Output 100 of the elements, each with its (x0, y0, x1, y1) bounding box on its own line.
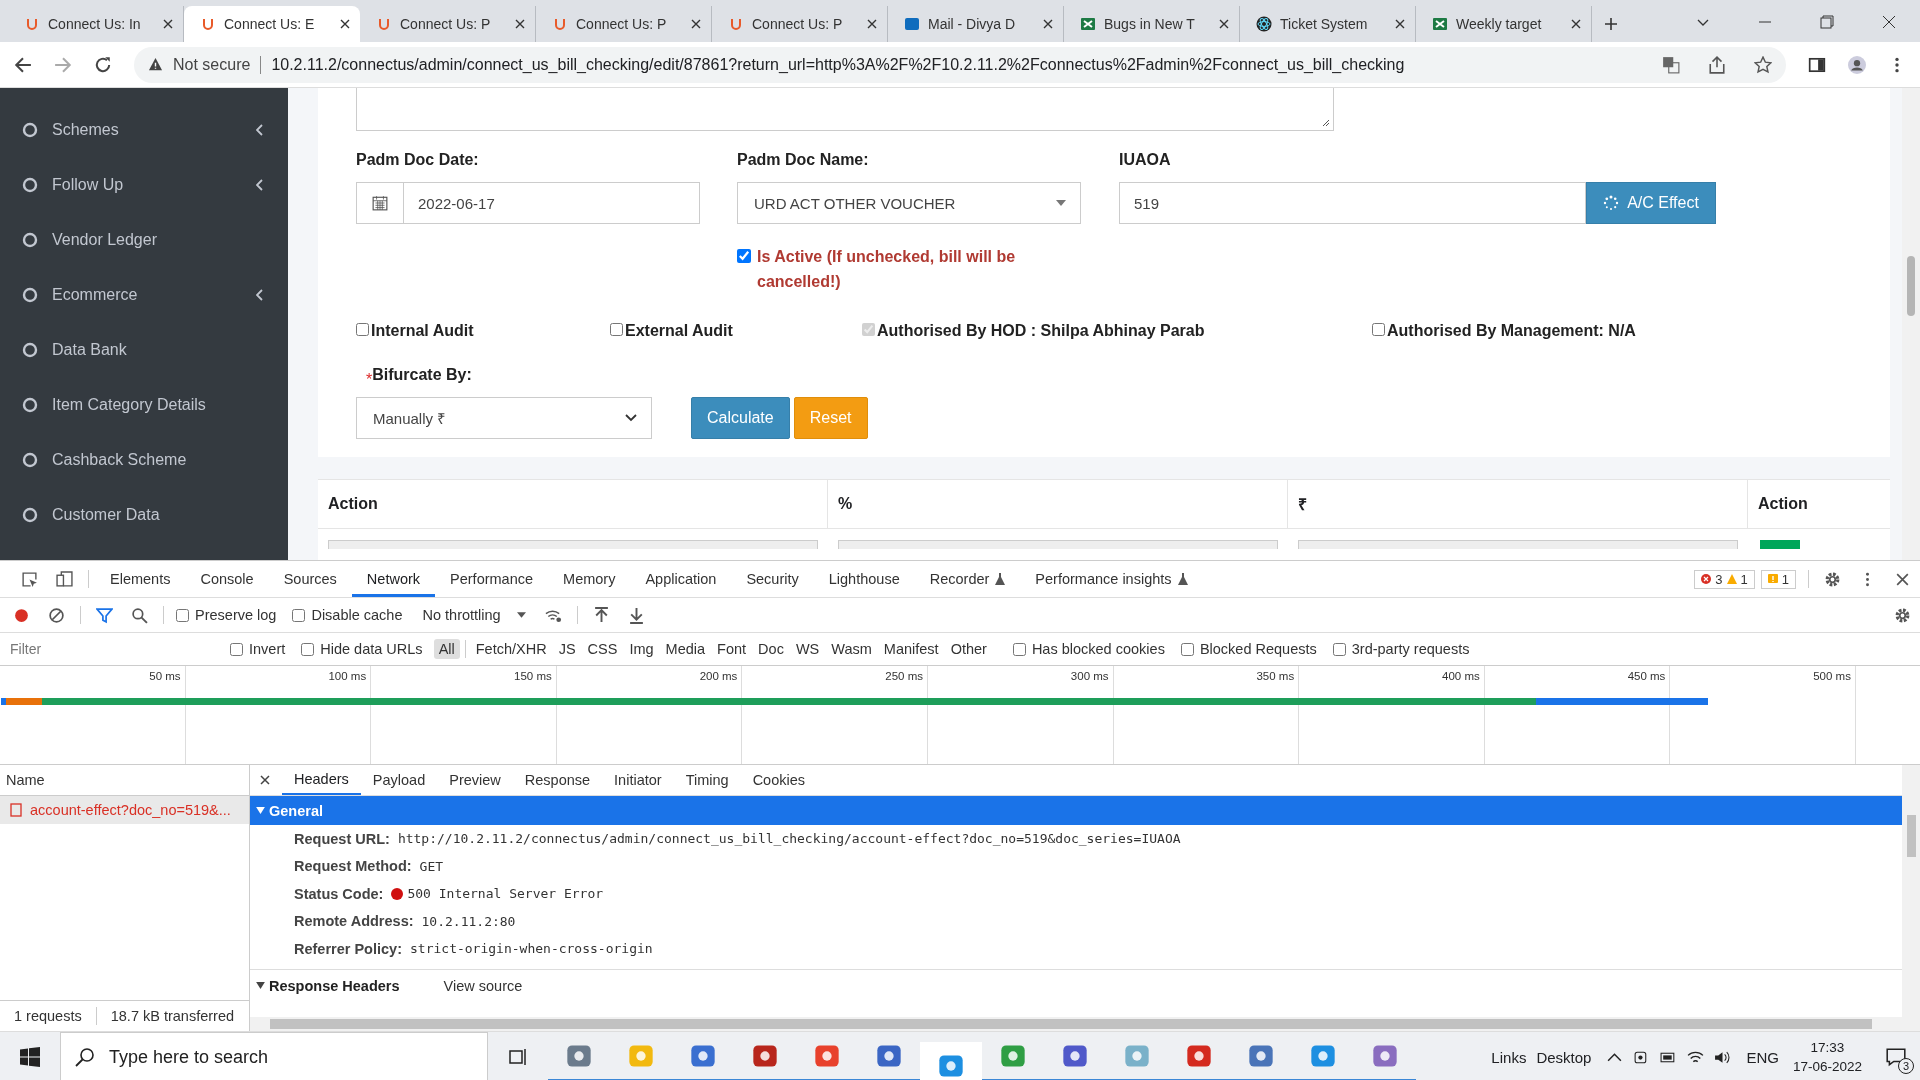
devtools-tab[interactable]: Lighthouse (813, 561, 915, 597)
type-filter-button[interactable]: WS (790, 639, 825, 659)
restore-icon[interactable] (1820, 15, 1834, 29)
checkbox[interactable] (737, 249, 751, 263)
close-icon[interactable] (340, 19, 350, 29)
details-tab[interactable]: Initiator (602, 765, 674, 795)
devtools-tab[interactable]: Performance (435, 561, 549, 597)
details-tab[interactable]: Cookies (740, 765, 818, 795)
devtools-tab[interactable]: Application (630, 561, 732, 597)
details-tab[interactable]: Preview (437, 765, 513, 795)
star-icon[interactable] (1754, 55, 1772, 74)
taskbar-app-icon[interactable] (920, 1042, 982, 1080)
checkbox[interactable] (1372, 323, 1385, 336)
iuaoa-field[interactable]: 519 (1119, 182, 1586, 224)
checkbox[interactable] (230, 642, 243, 656)
search-icon[interactable] (131, 606, 148, 624)
clear-icon[interactable] (48, 606, 65, 624)
request-row[interactable]: account-effect?doc_no=519&... (0, 796, 249, 824)
errors-warnings-badge[interactable]: 3 1 (1694, 569, 1755, 589)
section-header[interactable]: Response Headers (269, 977, 400, 994)
toolbar-link[interactable]: Desktop (1536, 1048, 1592, 1066)
notifications-button[interactable]: 3 (1876, 1037, 1916, 1077)
inspect-icon[interactable] (21, 570, 38, 588)
type-filter-button[interactable]: Doc (753, 639, 789, 659)
clock-date[interactable]: 17-06-2022 (1792, 1057, 1862, 1076)
close-icon[interactable] (691, 19, 701, 29)
taskbar-search-field[interactable]: Type here to search (60, 1032, 488, 1080)
side-panel-icon[interactable] (1808, 55, 1826, 74)
remark-field[interactable] (356, 88, 1334, 131)
windows-logo-icon[interactable] (20, 1047, 40, 1067)
checkbox[interactable] (1332, 642, 1346, 656)
close-icon[interactable] (1571, 19, 1581, 29)
devtools-tab[interactable]: Elements (95, 561, 186, 597)
checkbox[interactable] (1180, 642, 1194, 656)
close-icon[interactable] (260, 775, 270, 785)
clock-time[interactable]: 17:33 (1810, 1038, 1845, 1057)
devtools-tab[interactable]: Network (351, 561, 436, 597)
details-tab[interactable]: Response (512, 765, 603, 795)
reload-icon[interactable] (94, 55, 112, 74)
throttling-dropdown[interactable]: No throttling (422, 607, 526, 623)
devtools-tab[interactable]: Memory (548, 561, 631, 597)
view-source-link[interactable]: View source (443, 977, 523, 994)
sidebar-item[interactable]: Customer Data (0, 487, 288, 542)
close-icon[interactable] (163, 19, 173, 29)
section-header[interactable]: General (250, 796, 1902, 825)
devtools-tab[interactable]: Security (731, 561, 814, 597)
checkbox[interactable] (292, 608, 306, 622)
details-tab[interactable]: Payload (360, 765, 438, 795)
upload-icon[interactable] (592, 606, 610, 624)
type-filter-button[interactable]: All (433, 639, 460, 659)
type-filter-button[interactable]: JS (553, 639, 581, 659)
browser-tab[interactable]: Connect Us: E (184, 6, 360, 42)
settings-icon[interactable] (1894, 606, 1911, 624)
checkbox[interactable] (301, 642, 315, 656)
devtools-tab[interactable]: Console (185, 561, 269, 597)
close-icon[interactable] (1882, 15, 1896, 29)
close-icon[interactable] (1219, 19, 1229, 29)
table-input[interactable] (1298, 540, 1738, 549)
download-icon[interactable] (627, 606, 645, 624)
type-filter-button[interactable]: Other (945, 639, 992, 659)
sidebar-item[interactable]: Item Category Details (0, 377, 288, 432)
close-icon[interactable] (867, 19, 877, 29)
close-icon[interactable] (515, 19, 525, 29)
type-filter-button[interactable]: Font (712, 639, 752, 659)
type-filter-button[interactable]: Img (624, 639, 659, 659)
table-input[interactable] (328, 540, 818, 549)
new-tab-icon[interactable] (1604, 17, 1618, 31)
ac-effect-button[interactable]: A/C Effect (1586, 182, 1716, 224)
devtools-tab[interactable]: Performance insights (1020, 561, 1203, 597)
scrollbar-thumb[interactable] (1907, 256, 1915, 316)
profile-icon[interactable] (1848, 55, 1866, 74)
sidebar-item[interactable]: Data Bank (0, 322, 288, 377)
toolbar-link[interactable]: Links (1491, 1048, 1527, 1066)
checkbox[interactable] (610, 323, 623, 336)
task-view-icon[interactable] (508, 1047, 528, 1067)
type-filter-button[interactable]: Media (660, 639, 711, 659)
checkbox[interactable] (176, 608, 189, 622)
sidebar-item[interactable]: Cashback Scheme (0, 432, 288, 487)
back-icon[interactable] (14, 55, 32, 74)
is-active-checkbox[interactable]: Is Active (If unchecked, bill will be cancelled!) (737, 244, 1037, 294)
scrollbar-thumb[interactable] (1907, 815, 1916, 857)
bifurcate-dropdown[interactable]: Manually ₹ (356, 397, 652, 439)
type-filter-button[interactable]: Fetch/XHR (470, 639, 552, 659)
checkbox[interactable] (356, 323, 369, 336)
sidebar-item[interactable]: Follow Up (0, 157, 288, 212)
table-input[interactable] (838, 540, 1278, 549)
sidebar-item[interactable]: Vendor Ledger (0, 212, 288, 267)
devtools-tab[interactable]: Sources (268, 561, 352, 597)
language-indicator[interactable]: ENG (1746, 1048, 1779, 1066)
close-icon[interactable] (1043, 19, 1053, 29)
type-filter-button[interactable]: Manifest (878, 639, 944, 659)
share-icon[interactable] (1708, 55, 1726, 74)
type-filter-button[interactable]: CSS (582, 639, 623, 659)
devtools-tab[interactable]: Recorder (914, 561, 1021, 597)
close-icon[interactable] (1395, 19, 1405, 29)
address-field[interactable]: Not secure 10.2.11.2/connectus/admin/connect_us_bill_checking/edit/87861?return_url=http%3A%2F%2F10.2.11.2%2Fconnectus%2Fadmin%2Fconnect_us_bill_checking (134, 46, 1786, 83)
issues-badge[interactable]: 1 (1760, 569, 1796, 589)
device-toolbar-icon[interactable] (56, 570, 73, 588)
type-filter-button[interactable]: Wasm (826, 639, 877, 659)
form-button[interactable]: Calculate (691, 397, 790, 439)
